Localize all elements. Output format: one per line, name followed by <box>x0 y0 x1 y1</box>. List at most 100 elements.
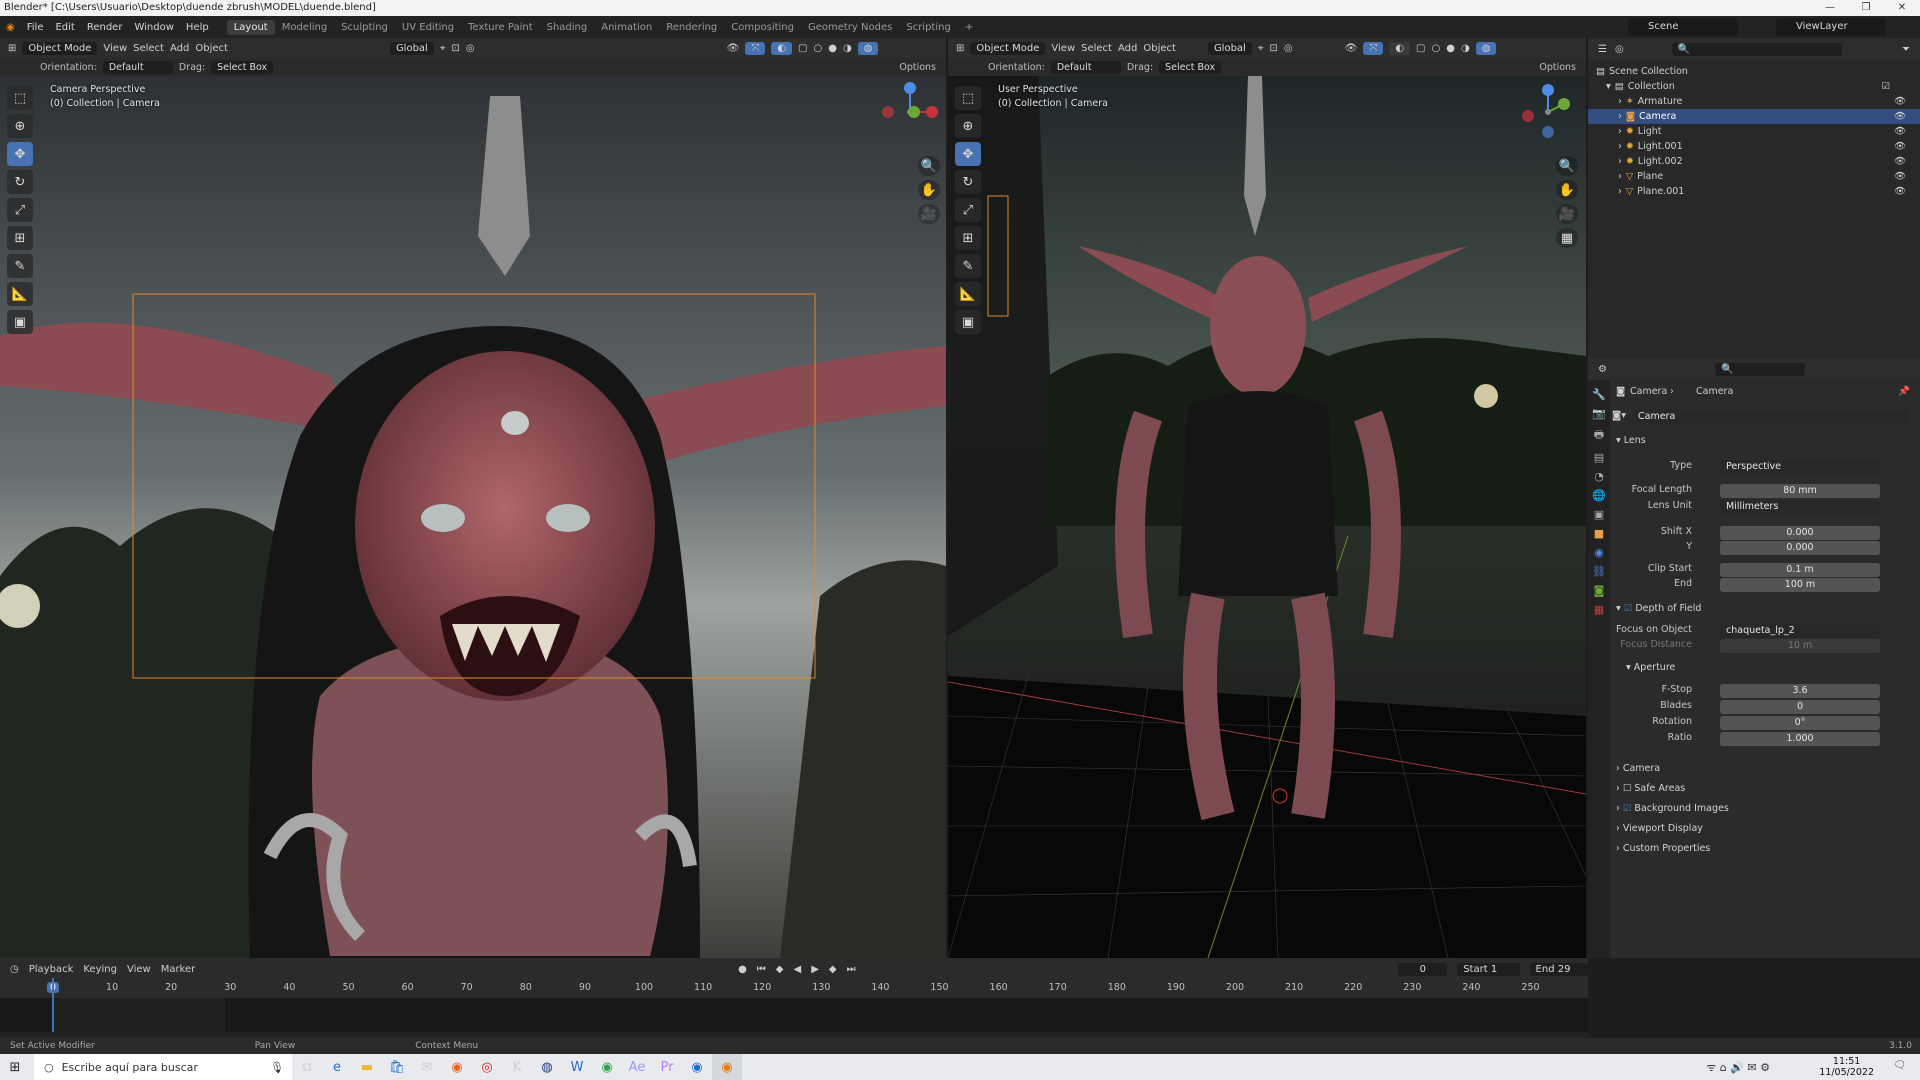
lens-unit-dropdown[interactable]: Millimeters <box>1720 500 1880 514</box>
snap-icon[interactable]: ⊡ <box>1269 43 1277 54</box>
scene-selector[interactable]: Scene <box>1628 18 1738 36</box>
shift-y-field[interactable]: 0.000 <box>1720 541 1880 555</box>
editor-type-icon[interactable]: ⚙ <box>1598 364 1607 375</box>
transform-orientation-dropdown[interactable]: Global <box>389 41 434 55</box>
jump-end-icon[interactable]: ⏭ <box>847 964 856 975</box>
constraints-tab-icon[interactable]: ⛓ <box>1592 565 1606 578</box>
store-icon[interactable]: 🛍 <box>382 1054 412 1080</box>
filter-icon[interactable]: ⏷ <box>1902 44 1910 55</box>
select-box-icon[interactable]: ⬚ <box>955 86 981 110</box>
gizmo-toggle-icon[interactable]: ⤧ <box>1363 41 1384 55</box>
pan-hand-icon[interactable]: ✋ <box>918 180 940 200</box>
expand-icon[interactable]: ▾ <box>1606 81 1611 92</box>
eye-icon[interactable]: 👁 <box>1894 171 1906 182</box>
viewport-camera[interactable]: ⊞ Object Mode View Select Add Object Glo… <box>0 38 946 958</box>
user-perspective-view[interactable]: User Perspective (0) Collection | Camera… <box>948 76 1586 958</box>
editor-type-icon[interactable]: ◷ <box>10 964 19 975</box>
app-red-icon[interactable]: ◎ <box>472 1054 502 1080</box>
outliner-item-armature[interactable]: › ✶ Armature 👁 <box>1588 94 1920 109</box>
workspace-tab-sculpting[interactable]: Sculpting <box>334 20 395 35</box>
camera-view-icon[interactable]: 🎥 <box>1556 204 1578 224</box>
measure-icon[interactable]: 📐 <box>955 282 981 306</box>
visibility-icon[interactable]: 👁 <box>727 43 740 54</box>
camera-type-dropdown[interactable]: Perspective <box>1720 460 1880 474</box>
timeline-track[interactable] <box>0 978 1588 1032</box>
fstop-field[interactable]: 3.6 <box>1720 684 1880 698</box>
menu-select[interactable]: Select <box>133 43 164 54</box>
play-reverse-icon[interactable]: ◀ <box>794 964 802 975</box>
checkbox-icon[interactable]: ☑ <box>1881 81 1890 92</box>
pan-hand-icon[interactable]: ✋ <box>1556 180 1578 200</box>
viewport-display-panel-header[interactable]: › Viewport Display <box>1616 823 1703 834</box>
shading-material-icon[interactable]: ◑ <box>1461 43 1470 54</box>
play-icon[interactable]: ▶ <box>811 964 819 975</box>
select-box-icon[interactable]: ⬚ <box>7 86 33 110</box>
windows-start-icon[interactable]: ⊞ <box>0 1054 30 1080</box>
menu-edit[interactable]: Edit <box>49 22 80 33</box>
menu-view[interactable]: View <box>103 43 127 54</box>
scale-icon[interactable]: ⤢ <box>955 198 981 222</box>
custom-properties-panel-header[interactable]: › Custom Properties <box>1616 843 1710 854</box>
annotate-icon[interactable]: ✎ <box>7 254 33 278</box>
zoom-icon[interactable]: 🔍 <box>1556 156 1578 176</box>
ratio-field[interactable]: 1.000 <box>1720 732 1880 746</box>
menu-object[interactable]: Object <box>1143 43 1176 54</box>
workspace-tab-uv-editing[interactable]: UV Editing <box>395 20 461 35</box>
workspace-tab-modeling[interactable]: Modeling <box>275 20 335 35</box>
editor-type-icon[interactable]: ⊞ <box>8 43 16 54</box>
outliner-scene-collection[interactable]: ▤ Scene Collection <box>1588 64 1920 79</box>
menu-file[interactable]: File <box>21 22 50 33</box>
output-tab-icon[interactable]: 🖶 <box>1594 426 1604 445</box>
drag-dropdown[interactable]: Select Box <box>211 60 274 74</box>
notification-icon[interactable]: 🗨 <box>1893 1060 1906 1071</box>
safe-areas-panel-header[interactable]: › ☐ Safe Areas <box>1616 783 1685 794</box>
blender-taskbar-icon[interactable]: ◉ <box>712 1054 742 1080</box>
camera-view-icon[interactable]: 🎥 <box>918 204 940 224</box>
pivot-icon[interactable]: ⌖ <box>1258 43 1264 54</box>
outliner-item-plane[interactable]: › ▽ Plane 👁 <box>1588 169 1920 184</box>
shading-wire-icon[interactable]: ○ <box>814 43 823 54</box>
outliner-item-camera[interactable]: › ◙ Camera 👁 <box>1588 109 1920 124</box>
world-tab-icon[interactable]: 🌐 <box>1592 489 1606 502</box>
measure-icon[interactable]: 📐 <box>7 282 33 306</box>
snap-icon[interactable]: ⊡ <box>451 43 459 54</box>
eye-icon[interactable]: 👁 <box>1894 111 1906 122</box>
eye-icon[interactable]: 👁 <box>1894 156 1906 167</box>
camera-render-view[interactable]: Camera Perspective (0) Collection | Came… <box>0 76 946 958</box>
rotate-icon[interactable]: ↻ <box>7 170 33 194</box>
dof-checkbox[interactable]: ☑ <box>1624 603 1633 614</box>
taskbar-clock[interactable]: 11:51 11/05/2022 <box>1819 1056 1874 1078</box>
workspace-tab-shading[interactable]: Shading <box>540 20 595 35</box>
cursor-icon[interactable]: ⊕ <box>7 114 33 138</box>
minimize-icon[interactable]: — <box>1812 0 1848 16</box>
menu-object[interactable]: Object <box>195 43 228 54</box>
proportional-icon[interactable]: ◎ <box>466 43 475 54</box>
options-button[interactable]: Options <box>1539 62 1576 73</box>
transform-icon[interactable]: ⊞ <box>7 226 33 250</box>
eye-icon[interactable]: 👁 <box>1894 126 1906 137</box>
visibility-icon[interactable]: 👁 <box>1345 43 1358 54</box>
workspace-tab-compositing[interactable]: Compositing <box>724 20 801 35</box>
physics-tab-icon[interactable]: ◉ <box>1594 546 1604 559</box>
xray-icon[interactable]: ▢ <box>798 43 807 54</box>
zoom-icon[interactable]: 🔍 <box>918 156 940 176</box>
app-globe-icon[interactable]: ◉ <box>682 1054 712 1080</box>
blades-field[interactable]: 0 <box>1720 700 1880 714</box>
current-frame-field[interactable]: 0 <box>1398 962 1448 976</box>
move-icon[interactable]: ✥ <box>7 142 33 166</box>
menu-help[interactable]: Help <box>180 22 215 33</box>
tray-icons[interactable]: ᯤ ⌂ 🔊 ✉ ⚙ <box>1706 1060 1770 1075</box>
eye-icon[interactable]: 👁 <box>1894 186 1906 197</box>
close-icon[interactable]: ✕ <box>1884 0 1920 16</box>
menu-add[interactable]: Add <box>170 43 189 54</box>
shading-solid-icon[interactable]: ● <box>1446 43 1455 54</box>
firefox-icon[interactable]: ◉ <box>442 1054 472 1080</box>
jump-start-icon[interactable]: ⏮ <box>757 964 766 975</box>
overlay-toggle-icon[interactable]: ◐ <box>1389 41 1411 55</box>
outliner-item-light[interactable]: › ✹ Light 👁 <box>1588 124 1920 139</box>
frame-range-end[interactable]: End 29 <box>1529 962 1589 976</box>
menu-render[interactable]: Render <box>81 22 129 33</box>
prev-keyframe-icon[interactable]: ◆ <box>776 964 784 975</box>
shading-wire-icon[interactable]: ○ <box>1432 43 1441 54</box>
mail-icon[interactable]: ✉ <box>412 1054 442 1080</box>
